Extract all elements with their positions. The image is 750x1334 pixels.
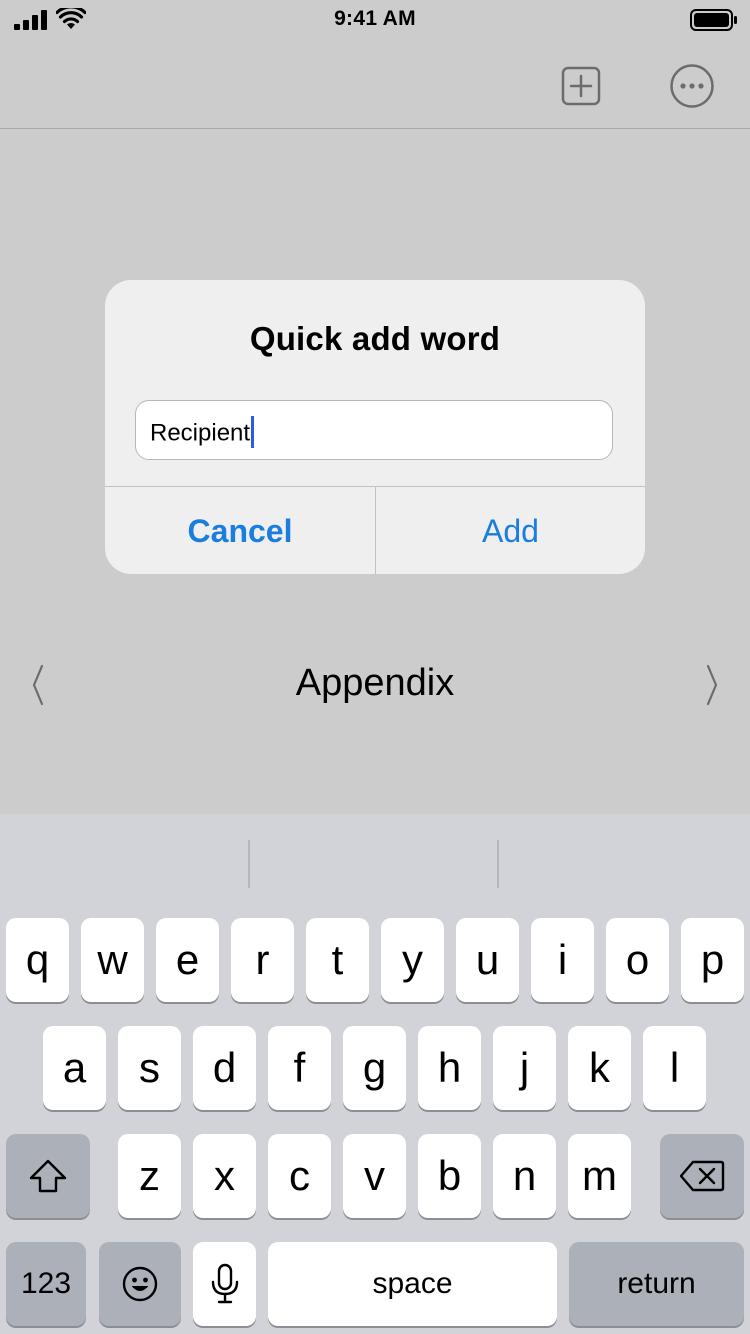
keyboard: q w e r t y u i o p a s d f g h j k l z …: [0, 814, 750, 1334]
suggestion-divider: [497, 840, 499, 888]
page-navigation: Appendix: [0, 650, 750, 720]
dialog-actions: Cancel Add: [105, 486, 645, 574]
add-button[interactable]: Add: [375, 487, 645, 574]
key-e[interactable]: e: [156, 918, 219, 1002]
quick-add-dialog: Quick add word Recipient Cancel Add: [105, 280, 645, 574]
key-w[interactable]: w: [81, 918, 144, 1002]
key-r[interactable]: r: [231, 918, 294, 1002]
key-z[interactable]: z: [118, 1134, 181, 1218]
page-title: Appendix: [295, 662, 455, 704]
key-o[interactable]: o: [606, 918, 669, 1002]
key-y[interactable]: y: [381, 918, 444, 1002]
key-k[interactable]: k: [568, 1026, 631, 1110]
key-n[interactable]: n: [493, 1134, 556, 1218]
shift-key[interactable]: [6, 1134, 90, 1218]
status-bar: 9:41 AM: [0, 0, 750, 40]
key-d[interactable]: d: [193, 1026, 256, 1110]
dictation-key[interactable]: [193, 1242, 256, 1326]
add-word-button[interactable]: [561, 66, 601, 106]
numbers-key[interactable]: 123: [6, 1242, 86, 1326]
key-l[interactable]: l: [643, 1026, 706, 1110]
key-i[interactable]: i: [531, 918, 594, 1002]
key-c[interactable]: c: [268, 1134, 331, 1218]
word-input[interactable]: Recipient: [135, 400, 613, 460]
delete-icon: [679, 1160, 725, 1192]
key-t[interactable]: t: [306, 918, 369, 1002]
key-q[interactable]: q: [6, 918, 69, 1002]
key-b[interactable]: b: [418, 1134, 481, 1218]
key-f[interactable]: f: [268, 1026, 331, 1110]
key-v[interactable]: v: [343, 1134, 406, 1218]
chevron-right-icon: [706, 664, 718, 706]
key-a[interactable]: a: [43, 1026, 106, 1110]
suggestion-divider: [248, 840, 250, 888]
shift-icon: [29, 1159, 67, 1193]
ellipsis-circle-icon: [670, 64, 714, 108]
battery-icon: [690, 9, 738, 36]
key-u[interactable]: u: [456, 918, 519, 1002]
key-s[interactable]: s: [118, 1026, 181, 1110]
emoji-key[interactable]: [99, 1242, 181, 1326]
microphone-icon: [211, 1263, 238, 1304]
return-key[interactable]: return: [569, 1242, 744, 1326]
space-key[interactable]: space: [268, 1242, 557, 1326]
more-options-button[interactable]: [669, 63, 715, 109]
cancel-button[interactable]: Cancel: [105, 487, 375, 574]
navigation-bar: [0, 40, 750, 129]
key-m[interactable]: m: [568, 1134, 631, 1218]
key-j[interactable]: j: [493, 1026, 556, 1110]
key-p[interactable]: p: [681, 918, 744, 1002]
next-page-button[interactable]: [700, 650, 724, 720]
dialog-title: Quick add word: [249, 320, 501, 357]
word-input-value: Recipient: [150, 419, 251, 447]
plus-square-icon: [561, 66, 601, 106]
delete-key[interactable]: [660, 1134, 744, 1218]
key-h[interactable]: h: [418, 1026, 481, 1110]
text-caret: [251, 416, 255, 448]
key-g[interactable]: g: [343, 1026, 406, 1110]
key-x[interactable]: x: [193, 1134, 256, 1218]
status-time: 9:41 AM: [334, 7, 416, 30]
emoji-icon: [122, 1266, 158, 1302]
